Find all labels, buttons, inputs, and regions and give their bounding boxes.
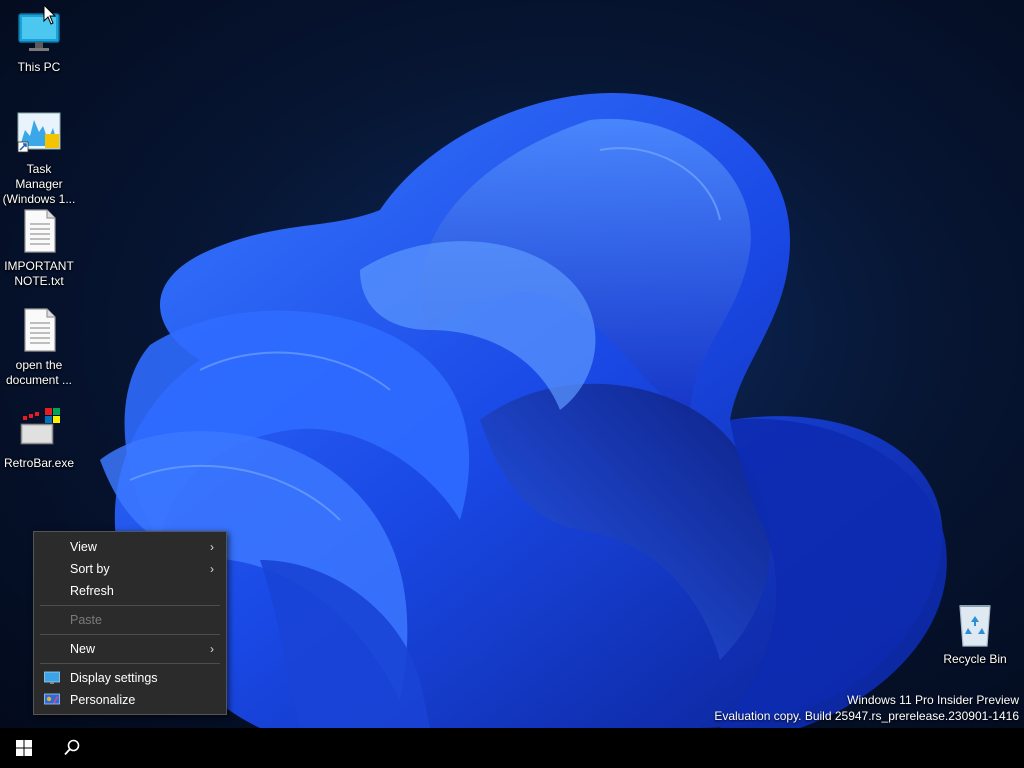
desktop-icon-retrobar[interactable]: RetroBar.exe — [0, 404, 78, 471]
menu-item-label: Refresh — [70, 584, 114, 598]
desktop-icon-task-manager[interactable]: Task Manager (Windows 1... — [0, 110, 78, 207]
desktop-icon-label: Recycle Bin — [943, 652, 1007, 666]
menu-item-label: Personalize — [70, 693, 136, 707]
evaluation-watermark: Windows 11 Pro Insider Preview Evaluatio… — [714, 692, 1019, 724]
menu-item-sort-by[interactable]: Sort by › — [34, 558, 226, 580]
desktop-icon-label: RetroBar.exe — [3, 456, 75, 470]
menu-divider — [40, 605, 220, 606]
menu-item-paste: Paste — [34, 609, 226, 631]
search-button[interactable] — [48, 728, 96, 768]
text-file-icon — [24, 308, 56, 352]
desktop-icon-label: This PC — [17, 60, 61, 74]
display-settings-icon — [44, 671, 60, 684]
menu-item-label: View — [70, 540, 97, 554]
windows-logo-icon — [16, 740, 32, 756]
menu-item-refresh[interactable]: Refresh — [34, 580, 226, 602]
recycle-bin-icon — [959, 605, 991, 647]
menu-item-label: Sort by — [70, 562, 110, 576]
start-button[interactable] — [0, 728, 48, 768]
menu-item-label: Display settings — [70, 671, 158, 685]
menu-item-new[interactable]: New › — [34, 638, 226, 660]
desktop-icon-important-note[interactable]: IMPORTANT NOTE.txt — [0, 207, 78, 289]
menu-item-label: New — [70, 642, 96, 656]
menu-item-view[interactable]: View › — [34, 536, 226, 558]
menu-divider — [40, 663, 220, 664]
menu-divider — [40, 634, 220, 635]
chevron-right-icon: › — [210, 642, 214, 656]
search-icon — [64, 739, 80, 756]
menu-item-display-settings[interactable]: Display settings — [34, 667, 226, 689]
text-file-icon — [24, 209, 56, 253]
watermark-edition: Windows 11 Pro Insider Preview — [847, 693, 1019, 707]
menu-item-label: Paste — [70, 613, 102, 627]
mouse-cursor-icon — [43, 4, 57, 25]
desktop[interactable]: This PC Task Manager (Windows 1... IMPOR… — [0, 0, 1024, 728]
retrobar-icon — [20, 408, 60, 445]
desktop-icon-recycle-bin[interactable]: Recycle Bin — [936, 600, 1014, 667]
personalize-icon — [44, 693, 60, 705]
chevron-right-icon: › — [210, 540, 214, 554]
desktop-icon-label: IMPORTANT NOTE.txt — [4, 259, 74, 288]
chevron-right-icon: › — [210, 562, 214, 576]
desktop-icon-label: open the document ... — [5, 358, 73, 387]
menu-item-personalize[interactable]: Personalize — [34, 689, 226, 711]
desktop-icon-this-pc[interactable]: This PC — [0, 8, 78, 75]
desktop-icon-open-document[interactable]: open the document ... — [0, 306, 78, 388]
desktop-icon-label: Task Manager (Windows 1... — [2, 162, 76, 206]
desktop-context-menu: View › Sort by › Refresh Paste New › Dis… — [33, 531, 227, 715]
taskbar — [0, 728, 1024, 768]
task-manager-icon — [17, 112, 61, 153]
watermark-build: Evaluation copy. Build 25947.rs_prerelea… — [714, 709, 1019, 723]
